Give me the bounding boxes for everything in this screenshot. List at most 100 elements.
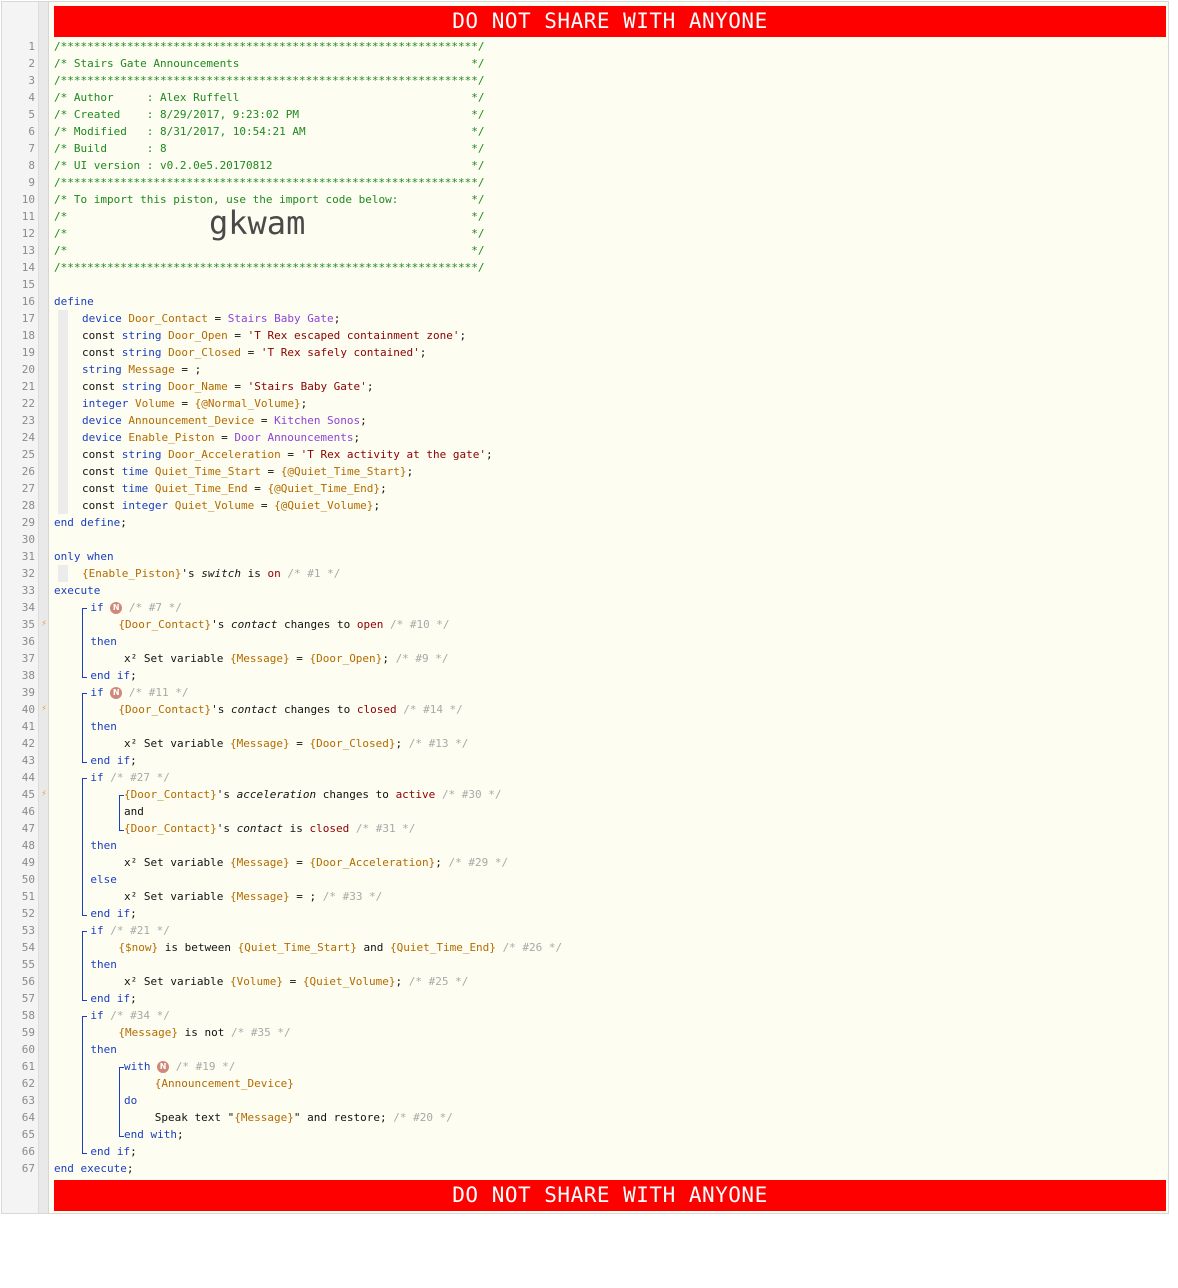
code-token: x² Set variable [124, 890, 230, 903]
code-token[interactable]: {Door_Contact} [124, 822, 217, 835]
code-token[interactable]: {Door_Contact} [124, 788, 217, 801]
code-token[interactable]: Quiet_Time_Start [155, 465, 261, 478]
code-line: 25 const string Door_Acceleration = 'T Re… [2, 446, 1168, 463]
code-token: /***************************************… [54, 261, 485, 274]
code-token: with [124, 1060, 158, 1073]
line-number: 17 [21, 312, 35, 325]
code-token[interactable]: {Door_Closed} [309, 737, 395, 750]
code-line: 16 define [2, 293, 1168, 310]
code-token[interactable]: {$now} [118, 941, 158, 954]
code-token[interactable]: Door_Name [168, 380, 228, 393]
code-token[interactable]: Stairs Baby Gate [228, 312, 334, 325]
code-token: = [207, 312, 228, 325]
code-token[interactable]: {Door_Contact} [118, 618, 211, 631]
code-token: /* #1 */ [287, 567, 341, 580]
line-number: 1 [28, 40, 35, 53]
code-text: /* UI version : v0.2.0e5.20170812 */ [54, 157, 484, 174]
code-token[interactable]: {Message} [230, 737, 290, 750]
code-token[interactable]: Announcement_Device [128, 414, 254, 427]
no-condition-badge-icon[interactable]: N [110, 687, 123, 699]
no-condition-badge-icon[interactable]: N [110, 602, 123, 614]
code-token: changes to [277, 703, 357, 716]
line-number: 47 [21, 822, 35, 835]
code-token[interactable]: Message [128, 363, 174, 376]
code-token: x² Set variable [124, 652, 230, 665]
line-number: 48 [21, 839, 35, 852]
code-text: Speak text "{Message}" and restore; /* #… [155, 1109, 453, 1126]
code-token[interactable]: Enable_Piston [128, 431, 214, 444]
code-text: end with; [124, 1126, 184, 1143]
code-token: const [82, 499, 122, 512]
code-token[interactable]: {Quiet_Time_Start} [238, 941, 357, 954]
code-token[interactable]: {Door_Open} [309, 652, 382, 665]
code-text: {Door_Contact}'s contact changes to clos… [118, 701, 462, 718]
code-token: else [90, 873, 117, 886]
code-token[interactable]: Quiet_Time_End [155, 482, 248, 495]
code-token: /* #26 */ [502, 941, 563, 954]
code-token[interactable]: {Announcement_Device} [155, 1077, 294, 1090]
code-token: ; [130, 754, 137, 767]
code-token[interactable]: {Volume} [230, 975, 283, 988]
code-line: 62 {Announcement_Device} [2, 1075, 1168, 1092]
code-token[interactable]: Door Announcements [234, 431, 353, 444]
code-token[interactable]: {Message} [234, 1111, 294, 1124]
line-number: 5 [28, 108, 35, 121]
code-text: /* Author : Alex Ruffell */ [54, 89, 484, 106]
code-token[interactable]: {Message} [230, 652, 290, 665]
line-number: 58 [21, 1009, 35, 1022]
code-text: device Door_Contact = Stairs Baby Gate; [82, 310, 340, 327]
code-token: x² Set variable [124, 856, 230, 869]
code-token[interactable]: {@Quiet_Time_Start} [281, 465, 407, 478]
code-text: const integer Quiet_Volume = {@Quiet_Vol… [82, 497, 380, 514]
code-token[interactable]: {Quiet_Time_End} [390, 941, 496, 954]
code-token[interactable]: {Quiet_Volume} [303, 975, 396, 988]
code-token: /* Build : 8 */ [54, 142, 485, 155]
line-number: 6 [28, 125, 35, 138]
no-condition-badge-icon[interactable]: N [157, 1061, 170, 1073]
line-number: 2 [28, 57, 35, 70]
line-number: 28 [21, 499, 35, 512]
line-number: 40 [21, 703, 35, 716]
code-token: and [124, 805, 144, 818]
code-token[interactable]: Kitchen Sonos [274, 414, 360, 427]
line-number: 39 [21, 686, 35, 699]
code-token: ; [419, 346, 427, 359]
code-text: const time Quiet_Time_Start = {@Quiet_Ti… [82, 463, 413, 480]
code-token[interactable]: Volume [135, 397, 175, 410]
line-number: 22 [21, 397, 35, 410]
code-line: 11/* */ [2, 208, 1168, 225]
code-token[interactable]: Door_Closed [168, 346, 241, 359]
code-token: = [280, 448, 301, 461]
code-token[interactable]: {Door_Contact} [118, 703, 211, 716]
code-token[interactable]: {@Quiet_Volume} [274, 499, 373, 512]
code-token[interactable]: {@Quiet_Time_End} [267, 482, 380, 495]
line-number: 61 [21, 1060, 35, 1073]
line-number: 7 [28, 142, 35, 155]
code-token[interactable]: Door_Open [168, 329, 228, 342]
code-token[interactable]: {@Normal_Volume} [195, 397, 301, 410]
code-token: ; [126, 1162, 134, 1175]
code-token: time [121, 482, 155, 495]
code-token[interactable]: {Door_Acceleration} [309, 856, 435, 869]
code-token: switch [201, 567, 241, 580]
code-text: if /* #34 */ [90, 1007, 169, 1024]
code-token: 'Stairs Baby Gate' [247, 380, 367, 393]
code-token: then [90, 1043, 117, 1056]
code-token[interactable]: Quiet_Volume [175, 499, 254, 512]
code-token[interactable]: {Message} [118, 1026, 178, 1039]
code-token: /* #33 */ [322, 890, 383, 903]
code-text: const string Door_Open = 'T Rex escaped … [82, 327, 466, 344]
code-text: x² Set variable {Volume} = {Quiet_Volume… [124, 973, 468, 990]
line-number: 45 [21, 788, 35, 801]
code-token[interactable]: {Message} [230, 890, 290, 903]
code-token: ; [130, 992, 137, 1005]
code-token: closed [356, 703, 397, 716]
code-token[interactable]: Door_Contact [128, 312, 207, 325]
code-token: /* #10 */ [389, 618, 450, 631]
code-token[interactable]: {Enable_Piston} [82, 567, 181, 580]
code-line: 20 string Message = ; [2, 361, 1168, 378]
code-token[interactable]: {Message} [230, 856, 290, 869]
code-token[interactable]: Door_Acceleration [168, 448, 281, 461]
